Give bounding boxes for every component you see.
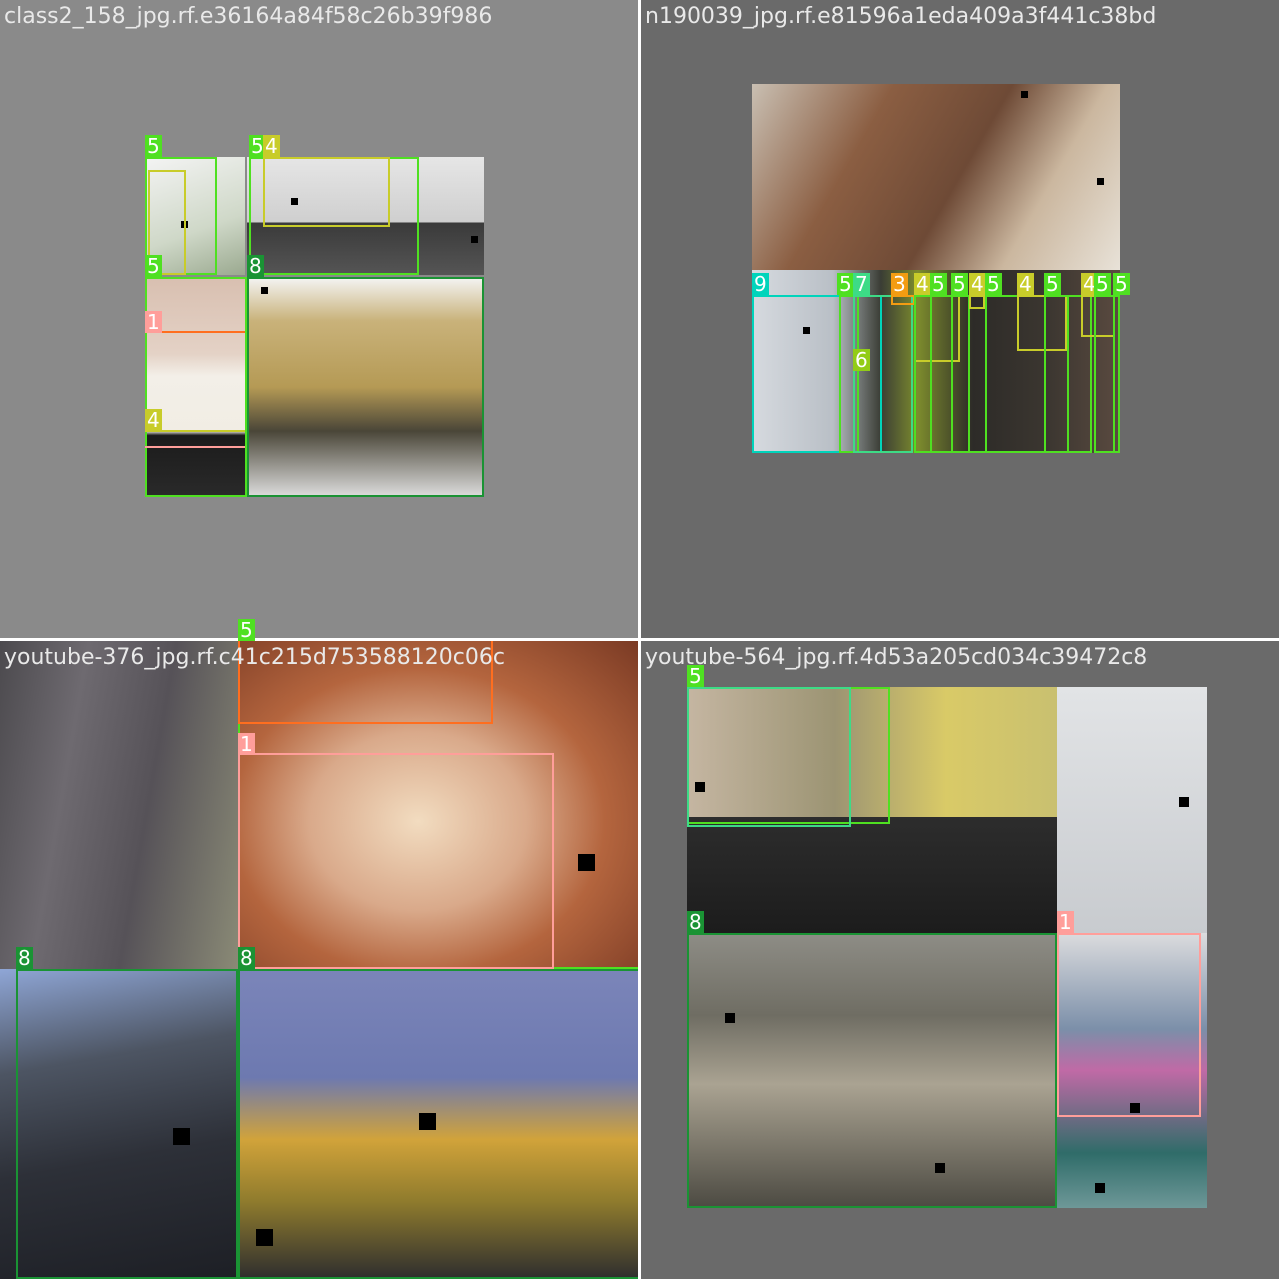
bbox-class-8 [16, 969, 238, 1279]
bbox-label: 4 [969, 272, 986, 296]
bbox-label: 5 [145, 254, 162, 278]
bbox-class-5 [1113, 295, 1120, 453]
bbox-class-1 [145, 446, 245, 448]
bbox-class-4 [263, 157, 390, 227]
marker-dot [471, 236, 478, 243]
bbox-label: 1 [1057, 910, 1074, 934]
bbox-label: 4 [263, 134, 280, 158]
bbox-label: 6 [853, 348, 870, 372]
bbox-label: 5 [1044, 272, 1061, 296]
bbox-label: 5 [985, 272, 1002, 296]
bbox-label: 5 [145, 134, 162, 158]
bbox-label: 4 [1017, 272, 1034, 296]
scene-sky-pole [1057, 687, 1207, 933]
marker-dot [1095, 1183, 1105, 1193]
bbox-class-5 [145, 277, 247, 497]
tile-title: youtube-376_jpg.rf.c41c215d753588120c06c [4, 645, 505, 670]
marker-dot [1021, 91, 1028, 98]
scene-safety-sign [687, 817, 1057, 933]
bbox-label: 8 [16, 946, 33, 970]
bbox-class-4 [969, 295, 985, 309]
bbox-class-8 [687, 933, 1057, 1208]
tile-title: youtube-564_jpg.rf.4d53a205cd034c39472c8 [645, 645, 1148, 670]
tile-title: n190039_jpg.rf.e81596a1eda409a3f441c38bd [645, 4, 1157, 29]
bbox-class-7 [853, 295, 913, 453]
bbox-label: 9 [752, 272, 769, 296]
bbox-label: 5 [1113, 272, 1130, 296]
bbox-label: 7 [853, 272, 870, 296]
bbox-class-8 [238, 969, 638, 1279]
bbox-label: 3 [891, 272, 908, 296]
bbox-label: 1 [145, 310, 162, 334]
bbox-label: 8 [238, 946, 255, 970]
bbox-class-1 [1057, 933, 1201, 1117]
bbox-class-1 [238, 753, 554, 969]
bbox-class-5 [951, 295, 987, 453]
scene-curtain [0, 641, 238, 969]
bbox-label: 8 [247, 254, 264, 278]
bbox-class-7 [687, 687, 851, 827]
bbox-label: 8 [687, 910, 704, 934]
marker-dot [1179, 797, 1189, 807]
bbox-class-8 [247, 277, 484, 497]
bbox-label: 5 [951, 272, 968, 296]
tile-youtube-376: youtube-376_jpg.rf.c41c215d753588120c06c… [0, 641, 638, 1279]
marker-dot [1097, 178, 1104, 185]
bbox-label: 5 [837, 272, 854, 296]
bbox-label: 5 [238, 618, 255, 642]
bbox-class-3 [891, 295, 915, 305]
tile-n190039: n190039_jpg.rf.e81596a1eda409a3f441c38bd… [641, 0, 1279, 638]
bbox-label: 1 [238, 732, 255, 756]
bbox-label: 4 [914, 272, 931, 296]
bbox-label: 4 [145, 408, 162, 432]
tile-class2-158: class2_158_jpg.rf.e36164a84f58c26b39f986… [0, 0, 638, 638]
tile-title: class2_158_jpg.rf.e36164a84f58c26b39f986 [4, 4, 493, 29]
tile-youtube-564: youtube-564_jpg.rf.4d53a205cd034c39472c8… [641, 641, 1279, 1279]
scene-scaffold-room [752, 84, 1120, 270]
bbox-label: 5 [1094, 272, 1111, 296]
bbox-label: 5 [930, 272, 947, 296]
